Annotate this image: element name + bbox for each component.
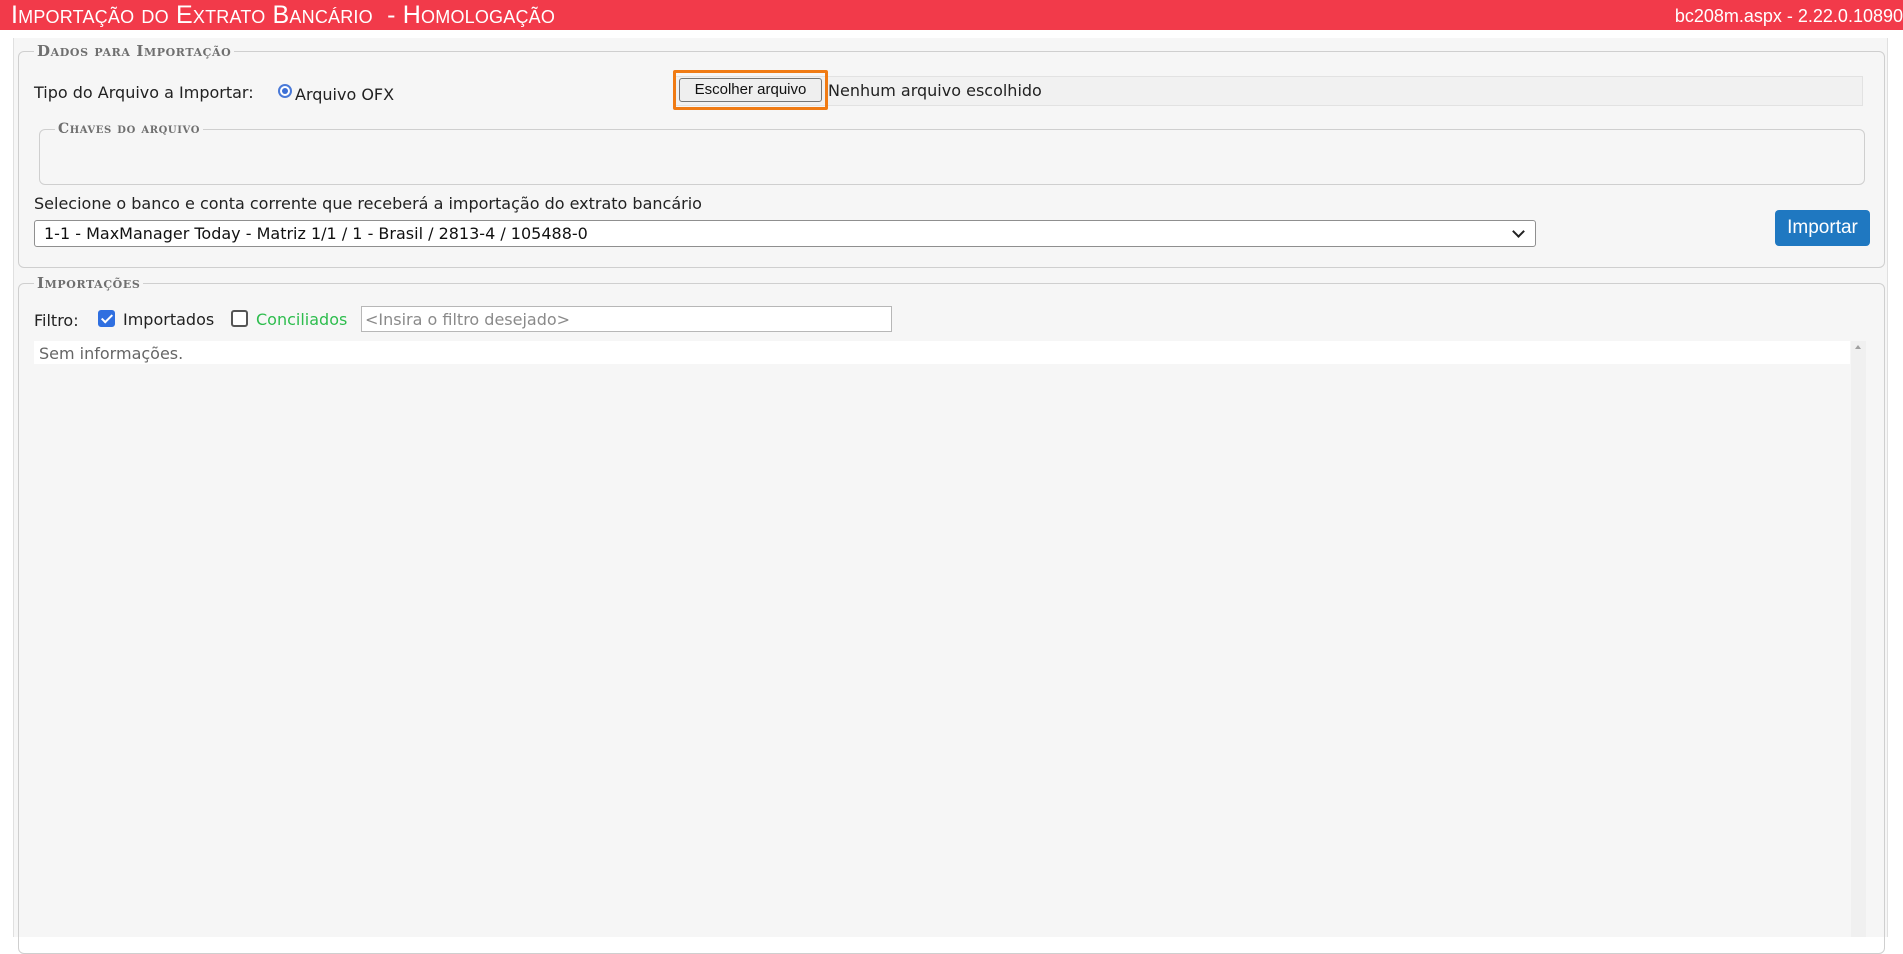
account-select[interactable]: 1-1 - MaxManager Today - Matriz 1/1 / 1 … <box>34 220 1536 247</box>
imports-legend: Importações <box>37 274 141 292</box>
version-label: bc208m.aspx - 2.22.0.10890 <box>1674 6 1903 26</box>
scroll-up-icon[interactable] <box>1855 345 1861 349</box>
conciliados-checkbox[interactable] <box>231 310 248 327</box>
list-scrollbar[interactable] <box>1851 341 1866 937</box>
filter-placeholder: <Insira o filtro desejado> <box>365 310 571 329</box>
chevron-down-icon <box>1512 225 1525 238</box>
account-select-value: 1-1 - MaxManager Today - Matriz 1/1 / 1 … <box>44 224 588 243</box>
importados-checkbox[interactable] <box>98 310 115 327</box>
empty-message: Sem informações. <box>39 344 184 363</box>
import-data-legend: Dados para Importação <box>37 42 232 60</box>
imports-list: Sem informações. <box>34 341 1850 364</box>
file-status-text: Nenhum arquivo escolhido <box>828 81 1042 100</box>
page-title: Importação do Extrato Bancário - Homolog… <box>11 1 556 29</box>
ofx-radio[interactable] <box>278 84 292 98</box>
title-bar: Importação do Extrato Bancário - Homolog… <box>0 0 1903 30</box>
filter-label: Filtro: <box>34 311 79 330</box>
imports-fieldset: Importações <box>18 274 1885 954</box>
filter-input[interactable]: <Insira o filtro desejado> <box>361 306 892 332</box>
import-button[interactable]: Importar <box>1775 210 1870 246</box>
conciliados-label[interactable]: Conciliados <box>256 310 347 329</box>
file-keys-fieldset: Chaves do arquivo <box>39 121 1865 185</box>
file-type-label: Tipo do Arquivo a Importar: <box>34 83 254 102</box>
importados-label[interactable]: Importados <box>123 310 214 329</box>
file-keys-legend: Chaves do arquivo <box>58 121 201 137</box>
choose-file-button[interactable]: Escolher arquivo <box>679 78 822 102</box>
ofx-radio-label[interactable]: Arquivo OFX <box>295 85 394 104</box>
account-select-label: Selecione o banco e conta corrente que r… <box>34 194 702 213</box>
